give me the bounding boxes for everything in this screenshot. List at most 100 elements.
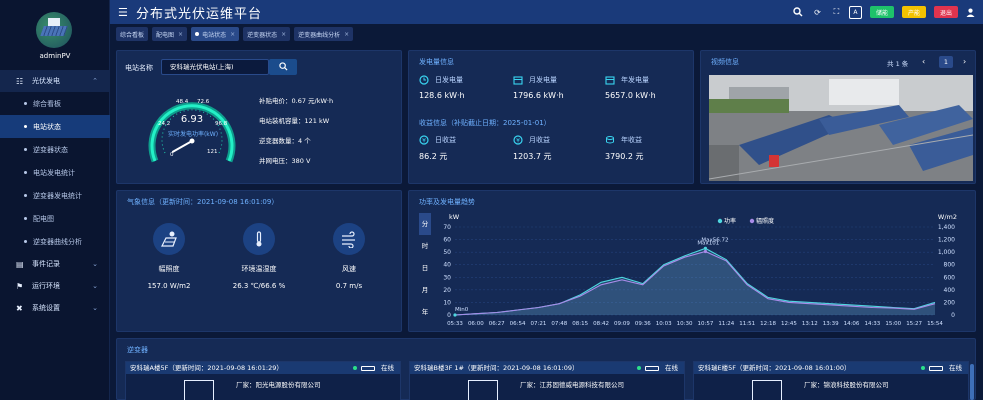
logout-button[interactable]: 退出: [933, 6, 958, 18]
nav-sub-dashboard[interactable]: 综合看板: [0, 92, 110, 115]
nav-sub-inverter-stats[interactable]: 逆变器发电统计: [0, 184, 110, 207]
tab-station-status[interactable]: 电站状态 ×: [191, 27, 240, 41]
settings-icon: ✖: [16, 303, 23, 313]
station-select[interactable]: 安科瑞光伏电站(上海): [161, 59, 269, 75]
nav-sub-label: 逆变器状态: [33, 145, 68, 154]
nav-event-label: 事件记录: [32, 260, 60, 268]
period-tab-year[interactable]: 年: [419, 301, 431, 323]
nav-pv-label: 光伏发电: [32, 77, 60, 85]
y2-tick-label: 600: [944, 274, 956, 281]
annotation-label: Min0: [455, 307, 469, 313]
x-tick-label: 15:54: [927, 321, 943, 327]
search-icon[interactable]: [792, 6, 805, 19]
tab-dashboard[interactable]: 综合看板: [116, 27, 149, 41]
plug-icon: [929, 365, 943, 371]
chevron-left-icon[interactable]: ‹: [922, 57, 925, 66]
user-icon[interactable]: [964, 6, 977, 19]
coin-icon: ¥: [419, 135, 429, 145]
nav-settings-label: 系统设置: [32, 304, 60, 312]
close-icon[interactable]: ×: [230, 31, 235, 38]
y2-tick-label: 400: [944, 287, 956, 294]
nav-sub-inverter-status[interactable]: 逆变器状态: [0, 138, 110, 161]
refresh-icon[interactable]: ⟳: [811, 6, 824, 19]
stat-row-inverter-count: 逆变器数量：4 个: [259, 137, 311, 145]
inverter-panel: 逆变器 安科瑞A楼5F（更新时间：2021-09-08 16:01:29） 在线…: [116, 338, 976, 400]
inverter-card[interactable]: 安科瑞A楼5F（更新时间：2021-09-08 16:01:29） 在线 厂家：…: [125, 361, 401, 400]
chevron-right-icon[interactable]: ›: [963, 57, 966, 66]
page-number[interactable]: 1: [939, 56, 953, 68]
nav-sub-station-status[interactable]: 电站状态: [0, 115, 110, 138]
tab-inverter-curve[interactable]: 逆变器曲线分析 ×: [294, 27, 354, 41]
y2-axis-label: W/m2: [938, 213, 957, 221]
inverter-icon: [468, 380, 498, 400]
x-tick-label: 08:15: [572, 321, 588, 327]
y-tick-label: 70: [443, 224, 451, 231]
nav-event-log[interactable]: ▤ 事件记录 ⌄: [0, 253, 110, 275]
period-tabs: 分 时 日 月 年: [419, 213, 431, 323]
plug-icon: [645, 365, 659, 371]
revenue-title: 收益信息（补贴截止日期：2025-01-01）: [419, 119, 551, 127]
x-tick-label: 14:33: [864, 321, 880, 327]
x-tick-label: 05:33: [447, 321, 463, 327]
period-tab-minute[interactable]: 分: [419, 213, 431, 235]
tab-inverter-status[interactable]: 逆变器状态 ×: [243, 27, 291, 41]
period-tab-hour[interactable]: 时: [419, 235, 431, 257]
weather-temp-humidity: 环境温湿度 26.3 ℃/66.6 %: [219, 223, 299, 290]
nav-sub-label: 电站发电统计: [33, 168, 75, 177]
stat-row-subsidy: 补贴电价：0.67 元/kW·h: [259, 97, 334, 105]
close-icon[interactable]: ×: [344, 31, 349, 38]
close-icon[interactable]: ×: [281, 31, 286, 38]
inverter-card[interactable]: 安科瑞E楼5F（更新时间：2021-09-08 16:01:00） 在线 厂家：…: [693, 361, 969, 400]
environment-icon: ⚑: [16, 281, 24, 291]
y2-tick-label: 200: [944, 299, 956, 306]
nav-menu: ☷ 光伏发电 ⌃ 综合看板 电站状态 逆变器状态 电站发电统计 逆变器发电统计 …: [0, 70, 110, 319]
chevron-down-icon: ⌄: [92, 282, 98, 290]
inverter-icon: [184, 380, 214, 400]
energy-panel: 发电量信息 日发电量 128.6 kW·h 月发电量 1796.6 kW·h 年…: [408, 50, 694, 184]
energy-year: 年发电量 5657.0 kW·h: [605, 76, 656, 100]
energy-month: 月发电量 1796.6 kW·h: [513, 76, 564, 100]
nav-sub-station-stats[interactable]: 电站发电统计: [0, 161, 110, 184]
camera-feed[interactable]: [709, 75, 973, 181]
status-badge: 在线: [921, 362, 962, 374]
nav-sub-distribution[interactable]: 配电图: [0, 207, 110, 230]
pv-icon: ☷: [16, 76, 24, 86]
svg-text:¥: ¥: [422, 138, 426, 145]
video-title: 视频信息: [711, 58, 739, 66]
nav-operation-env[interactable]: ⚑ 运行环境 ⌄: [0, 275, 110, 297]
capacity-button[interactable]: 产能: [901, 6, 926, 18]
font-size-icon[interactable]: A: [848, 5, 862, 19]
nav-system-settings[interactable]: ✖ 系统设置 ⌄: [0, 297, 110, 319]
close-icon[interactable]: ×: [178, 31, 183, 38]
legend-marker: [749, 218, 755, 224]
nav-sub-label: 电站状态: [33, 122, 61, 131]
x-tick-label: 13:12: [802, 321, 818, 327]
y-tick-label: 60: [443, 237, 451, 244]
solar-panel-icon: [153, 223, 185, 255]
period-tab-month[interactable]: 月: [419, 279, 431, 301]
gauge-value: 6.93: [180, 114, 204, 125]
trend-panel: 功率及发电量趋势 分 时 日 月 年 0 10 20 30 40 50 60 70 0 200 40…: [408, 190, 976, 332]
header-tools: ⟳ ⛶ A 储能 产能 退出: [786, 0, 977, 24]
x-tick-label: 06:54: [510, 321, 526, 327]
x-tick-label: 09:09: [614, 321, 630, 327]
period-tab-day[interactable]: 日: [419, 257, 431, 279]
annotation-marker: [703, 246, 708, 250]
menu-toggle-icon[interactable]: ☰: [118, 6, 132, 19]
inverter-maker: 厂家：江苏固德威电源科技有限公司: [520, 381, 624, 389]
inverter-name: 安科瑞B楼3F 1#（更新时间：2021-09-08 16:01:09）: [414, 364, 579, 372]
fullscreen-icon[interactable]: ⛶: [830, 6, 843, 19]
nav-pv-group[interactable]: ☷ 光伏发电 ⌃: [0, 70, 110, 92]
search-button[interactable]: [269, 59, 297, 75]
nav-sub-inverter-curve[interactable]: 逆变器曲线分析: [0, 230, 110, 253]
inverter-card[interactable]: 安科瑞B楼3F 1#（更新时间：2021-09-08 16:01:09） 在线 …: [409, 361, 685, 400]
scrollbar[interactable]: [970, 364, 974, 400]
y-axis-label: kW: [449, 213, 460, 221]
inverter-name: 安科瑞E楼5F（更新时间：2021-09-08 16:01:00）: [698, 364, 851, 372]
storage-button[interactable]: 储能: [869, 6, 894, 18]
stat-row-capacity: 电站装机容量：121 kW: [259, 117, 330, 125]
tab-distribution[interactable]: 配电图 ×: [152, 27, 188, 41]
station-label: 电站名称: [125, 64, 153, 72]
x-tick-label: 11:24: [718, 321, 734, 327]
x-tick-label: 10:30: [677, 321, 693, 327]
